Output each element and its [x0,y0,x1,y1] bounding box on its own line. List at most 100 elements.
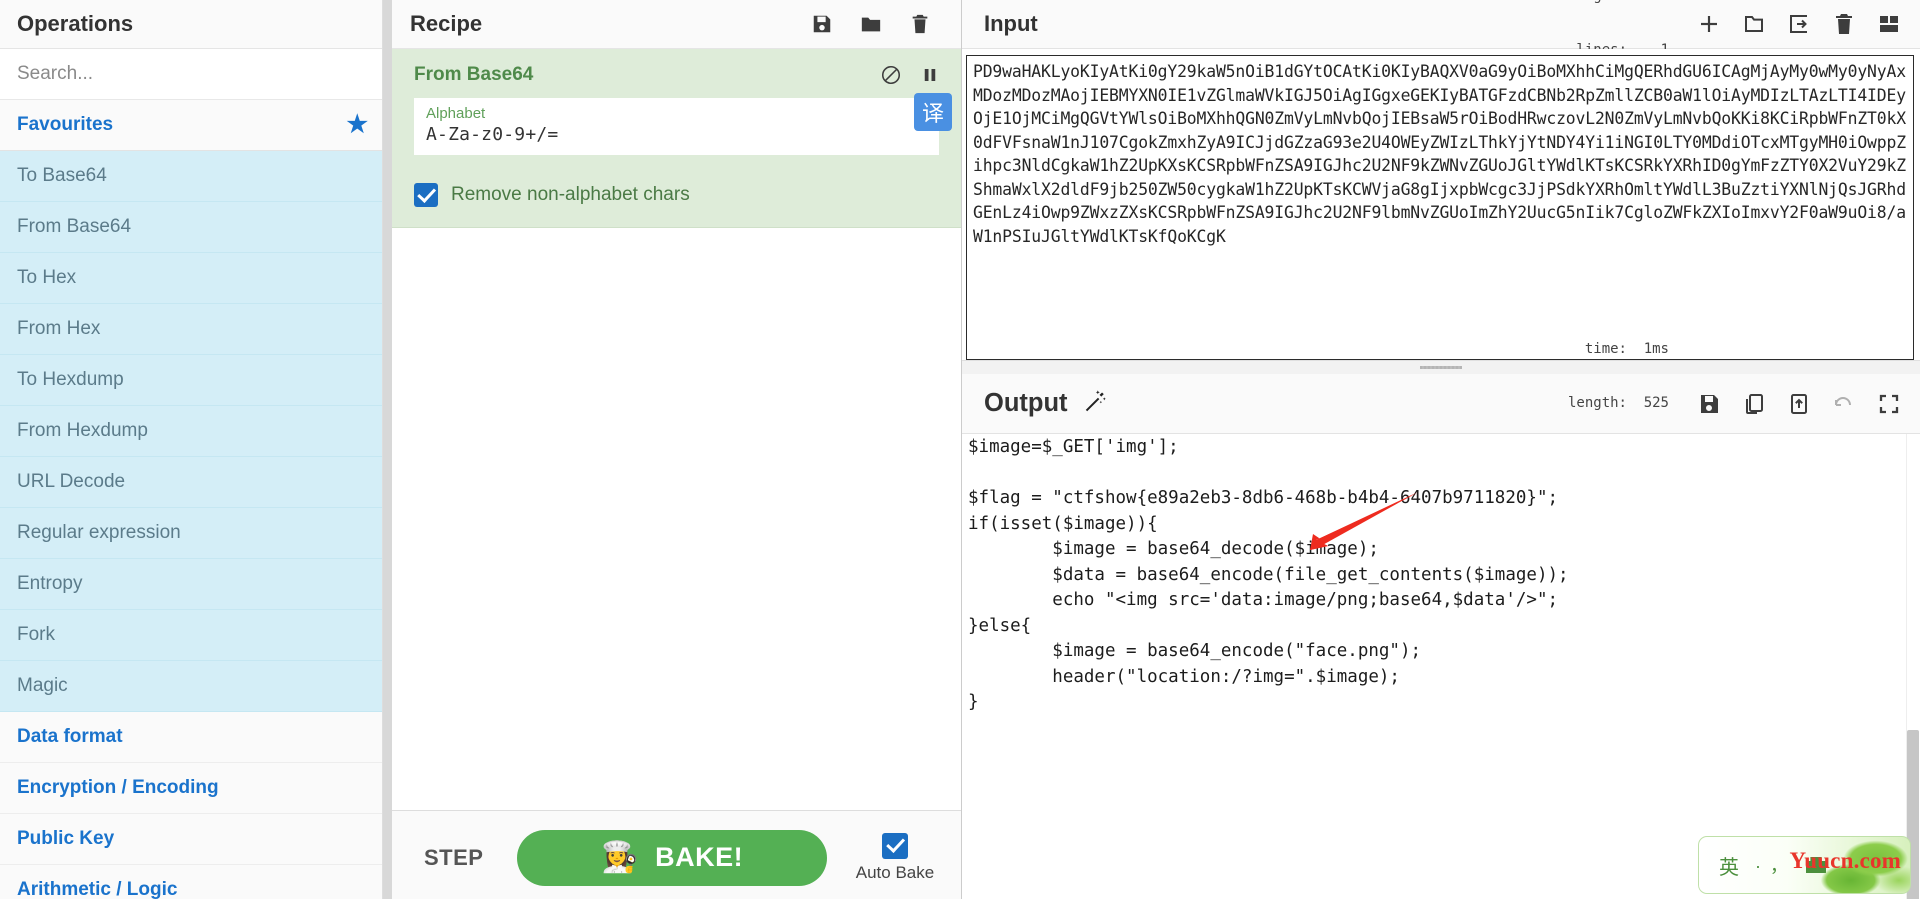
operation-from-base64[interactable]: From Base64 [0,202,382,253]
category-label: Public Key [17,828,115,849]
maximise-icon[interactable] [1877,392,1901,416]
site-watermark: Yuucn.com [1789,848,1901,873]
open-folder-icon[interactable] [1742,12,1766,36]
output-pane[interactable]: $image=$_GET['img']; $flag = "ctfshow{e8… [962,434,1920,904]
reset-pane-layout-icon[interactable] [1877,12,1901,36]
recipe-panel: Recipe From Base64 Alphabet A-Za-z0-9+/=… [392,0,962,904]
input-length-value: 700 [1633,0,1669,6]
category-favourites-label: Favourites [17,114,114,135]
input-header: Input length: 700 lines: 1 [962,0,1920,58]
operation-regular-expression[interactable]: Regular expression [0,508,382,559]
operation-from-hexdump[interactable]: From Hexdump [0,406,382,457]
cyberchef-app: Operations Favourites ★ To Base64 From B… [0,0,1920,904]
operation-url-decode[interactable]: URL Decode [0,457,382,508]
save-output-icon[interactable] [1697,392,1721,416]
add-input-tab-icon[interactable] [1697,12,1721,36]
category-encryption-encoding[interactable]: Encryption / Encoding [0,763,382,814]
replace-input-icon[interactable] [1787,392,1811,416]
category-label: Data format [17,726,123,747]
bake-button[interactable]: 👩‍🍳 BAKE! [517,829,827,886]
open-file-icon[interactable] [1787,12,1811,36]
disable-operation-icon[interactable] [880,64,902,86]
auto-bake-toggle[interactable]: Auto Bake [849,832,941,883]
operation-to-hex[interactable]: To Hex [0,253,382,304]
input-length-key: length: [1568,0,1627,6]
remove-non-alphabet-chars-label: Remove non-alphabet chars [451,184,690,206]
magic-wand-icon[interactable] [1082,388,1108,419]
ime-language-label[interactable]: 英 [1719,851,1739,880]
operations-title: Operations [0,0,382,49]
recipe-header: Recipe [392,0,961,49]
load-recipe-icon[interactable] [860,13,882,35]
output-toolbar [1697,392,1901,416]
operation-label: To Hexdump [17,369,124,390]
output-title: Output [984,389,1068,417]
input-toolbar [1697,12,1901,36]
output-text[interactable]: $image=$_GET['img']; $flag = "ctfshow{e8… [968,434,1920,716]
io-area: Input length: 700 lines: 1 [962,0,1920,904]
star-icon[interactable]: ★ [346,113,368,137]
clear-recipe-icon[interactable] [909,13,931,35]
category-label: Arithmetic / Logic [17,879,178,900]
breakpoint-pause-icon[interactable] [921,65,939,85]
alphabet-value[interactable]: A-Za-z0-9+/= [426,123,927,146]
remove-non-alphabet-chars-checkbox[interactable] [414,183,438,208]
undo-icon[interactable] [1832,392,1856,416]
auto-bake-label: Auto Bake [855,862,935,882]
operations-list: Favourites ★ To Base64 From Base64 To He… [0,100,382,904]
input-text[interactable]: PD9waHAKLyoKIyAtKi0gY29kaW5nOiB1dGYtOCAt… [973,60,1907,248]
input-title: Input [984,11,1038,36]
save-recipe-icon[interactable] [811,13,833,35]
category-data-format[interactable]: Data format [0,712,382,763]
alphabet-label: Alphabet [426,105,486,122]
category-favourites[interactable]: Favourites ★ [0,100,382,151]
output-length-key: length: [1567,394,1627,411]
output-time-value: 1ms [1643,340,1669,357]
recipe-operation-args: Alphabet A-Za-z0-9+/= 译 [392,93,961,156]
io-splitter[interactable] [962,360,1920,374]
operation-fork[interactable]: Fork [0,610,382,661]
clear-io-icon[interactable] [1832,12,1856,36]
copy-output-icon[interactable] [1742,392,1766,416]
bake-button-label: BAKE! [655,842,744,872]
operation-label: To Hex [17,267,77,288]
search-input[interactable] [17,63,365,85]
translate-badge-icon[interactable]: 译 [914,93,952,131]
output-scrollbar[interactable] [1906,434,1920,904]
operation-label: Entropy [17,573,83,594]
operation-magic[interactable]: Magic [0,661,382,712]
output-time-key: time: [1584,340,1627,357]
ime-punctuation-label[interactable]: · ， [1755,852,1790,878]
bottom-strip [0,899,1920,904]
recipe-operation-name: From Base64 [414,64,534,85]
output-header: Output time: 1ms length: 525 [962,341,1920,464]
recipe-operations-list[interactable]: From Base64 Alphabet A-Za-z0-9+/= 译 Remo… [392,49,961,810]
remove-non-alphabet-chars-row[interactable]: Remove non-alphabet chars [392,155,961,208]
operation-label: From Base64 [17,216,132,237]
operation-label: Magic [17,675,68,696]
auto-bake-checkbox[interactable] [882,832,908,859]
operation-to-base64[interactable]: To Base64 [0,151,382,202]
operation-label: From Hexdump [17,420,148,441]
alphabet-field[interactable]: Alphabet A-Za-z0-9+/= [414,98,939,156]
operation-label: To Base64 [17,165,107,186]
input-pane: PD9waHAKLyoKIyAtKi0gY29kaW5nOiB1dGYtOCAt… [962,49,1920,360]
operation-from-hex[interactable]: From Hex [0,304,382,355]
operation-entropy[interactable]: Entropy [0,559,382,610]
recipe-operation-from-base64[interactable]: From Base64 Alphabet A-Za-z0-9+/= 译 Remo… [392,49,961,229]
operation-label: Fork [17,624,55,645]
recipe-controls: STEP 👩‍🍳 BAKE! Auto Bake [392,810,961,904]
ime-watermark-bar[interactable]: 英 · ， Yuucn.com [1698,836,1911,894]
operations-search[interactable] [0,49,382,100]
operation-label: From Hex [17,318,101,339]
chef-icon: 👩‍🍳 [601,840,640,874]
operation-to-hexdump[interactable]: To Hexdump [0,355,382,406]
category-public-key[interactable]: Public Key [0,814,382,865]
step-button[interactable]: STEP [412,845,495,871]
category-label: Encryption / Encoding [17,777,219,798]
input-textarea[interactable]: PD9waHAKLyoKIyAtKi0gY29kaW5nOiB1dGYtOCAt… [966,55,1914,360]
operations-panel: Operations Favourites ★ To Base64 From B… [0,0,383,904]
recipe-operation-header: From Base64 [392,49,961,98]
operations-recipe-splitter[interactable] [383,0,392,904]
output-length-value: 525 [1643,394,1669,411]
